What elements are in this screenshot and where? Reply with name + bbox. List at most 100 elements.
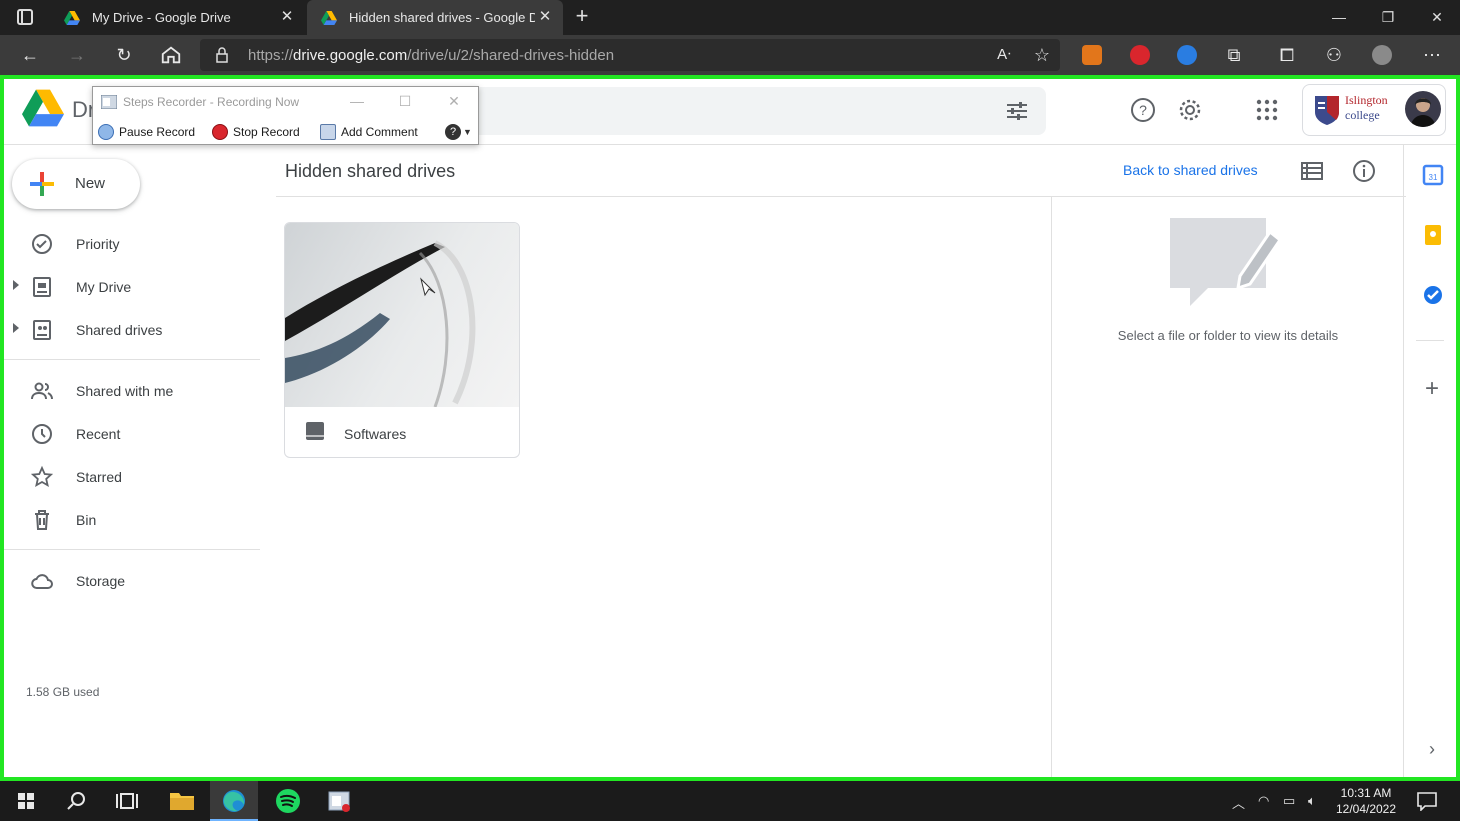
steps-recorder-title: Steps Recorder - Recording Now — [123, 95, 300, 109]
sidebar-item-label: Bin — [76, 512, 97, 528]
red-extension-icon[interactable] — [1130, 45, 1150, 65]
maximize-icon[interactable]: ☐ — [395, 92, 415, 110]
close-tab-icon[interactable]: ✕ — [279, 9, 295, 25]
steps-recorder-titlebar[interactable]: Steps Recorder - Recording Now — ☐ ✕ — [93, 87, 478, 117]
sidebar-item-shared-drives[interactable]: Shared drives — [4, 310, 260, 350]
list-view-icon[interactable] — [1300, 161, 1324, 181]
forward-icon[interactable]: → — [65, 43, 89, 67]
notifications-icon[interactable] — [1416, 791, 1438, 811]
read-aloud-icon[interactable]: Aᐧ — [992, 43, 1016, 67]
search-icon[interactable] — [52, 781, 100, 821]
home-icon[interactable] — [160, 44, 182, 66]
address-bar[interactable]: https://drive.google.com/drive/u/2/share… — [200, 39, 1060, 71]
spotify-icon[interactable] — [264, 781, 312, 821]
close-icon[interactable]: ✕ — [444, 92, 464, 110]
stop-icon — [212, 124, 228, 140]
profile-avatar[interactable] — [1372, 45, 1392, 65]
steps-recorder-buttons: Pause Record Stop Record Add Comment ? ▼ — [93, 120, 478, 144]
sidebar-item-shared-with-me[interactable]: Shared with me — [4, 371, 260, 411]
refresh-icon[interactable]: ↻ — [112, 43, 136, 67]
add-addon-icon[interactable]: + — [1420, 377, 1444, 401]
help-dropdown-button[interactable]: ? ▼ — [445, 122, 472, 142]
google-drive-favicon-icon — [321, 10, 337, 25]
settings-gear-icon[interactable] — [1177, 97, 1203, 123]
taskbar-clock[interactable]: 10:31 AM 12/04/2022 — [1320, 785, 1412, 817]
sidebar-item-storage[interactable]: Storage — [4, 561, 260, 601]
google-drive-app: Dr ? Islington college New Priority My D… — [4, 79, 1456, 777]
sidebar-item-label: Storage — [76, 573, 126, 589]
windows-start-icon[interactable] — [2, 781, 50, 821]
tab-hidden-shared-drives[interactable]: Hidden shared drives - Google D ✕ — [307, 0, 563, 35]
network-icon[interactable]: ◠ — [1258, 793, 1269, 809]
sidebar-item-starred[interactable]: Starred — [4, 457, 260, 497]
account-switcher[interactable]: Islington college — [1302, 84, 1446, 136]
stop-record-button[interactable]: Stop Record — [212, 122, 300, 142]
side-panel-divider — [1416, 340, 1444, 341]
google-drive-logo-icon[interactable] — [22, 89, 64, 127]
new-button[interactable]: New — [12, 159, 140, 209]
blue-extension-icon[interactable] — [1177, 45, 1197, 65]
apps-grid-icon[interactable] — [1254, 97, 1280, 123]
sidebar-item-bin[interactable]: Bin — [4, 500, 260, 540]
close-tab-icon[interactable]: ✕ — [537, 9, 553, 25]
shared-drive-card[interactable]: Softwares — [284, 222, 520, 458]
metamask-extension-icon[interactable] — [1082, 45, 1102, 65]
tasks-icon[interactable] — [1422, 284, 1444, 306]
close-window-icon[interactable]: ✕ — [1423, 4, 1451, 30]
sync-icon[interactable]: ⚇ — [1322, 43, 1346, 67]
extensions-icon[interactable]: ⧉ — [1222, 43, 1246, 67]
help-icon[interactable]: ? — [1130, 97, 1156, 123]
restore-icon[interactable]: ❐ — [1374, 4, 1402, 30]
info-icon[interactable] — [1352, 159, 1376, 183]
sidebar-divider — [4, 359, 260, 360]
task-view-icon[interactable] — [103, 781, 151, 821]
calendar-icon[interactable]: 31 — [1422, 164, 1444, 186]
college-name: Islington college — [1345, 93, 1388, 122]
more-menu-icon[interactable]: ⋯ — [1420, 43, 1444, 67]
tab-my-drive[interactable]: My Drive - Google Drive ✕ — [50, 0, 305, 35]
page-title: Hidden shared drives — [285, 161, 456, 181]
volume-icon[interactable]: 🔈︎ — [1308, 793, 1316, 809]
new-tab-button[interactable]: + — [571, 5, 593, 29]
browser-toolbar: ← → ↻ https://drive.google.com/drive/u/2… — [0, 35, 1460, 75]
keep-icon[interactable] — [1422, 224, 1444, 246]
tab-title: My Drive - Google Drive — [92, 10, 231, 25]
tab-title: Hidden shared drives - Google D — [349, 10, 535, 25]
file-explorer-icon[interactable] — [158, 781, 206, 821]
shared-drive-icon — [306, 422, 324, 440]
sidebar-item-label: Recent — [76, 426, 121, 442]
steps-recorder-taskbar-icon[interactable] — [315, 781, 363, 821]
expand-arrow-icon[interactable] — [13, 323, 19, 333]
shared-with-me-people-icon — [31, 382, 53, 400]
user-avatar[interactable] — [1405, 91, 1441, 127]
comment-icon — [320, 124, 336, 140]
show-hidden-icons-chevron-up-icon[interactable]: ︿ — [1232, 793, 1245, 812]
add-comment-button[interactable]: Add Comment — [320, 122, 418, 142]
add-favorite-icon[interactable]: ☆ — [1030, 43, 1054, 67]
edge-icon — [223, 790, 245, 812]
sidebar-item-recent[interactable]: Recent — [4, 414, 260, 454]
back-to-shared-drives-link[interactable]: Back to shared drives — [1123, 162, 1258, 178]
new-button-label: New — [75, 175, 106, 192]
minimize-icon[interactable]: — — [1325, 4, 1353, 30]
search-box[interactable] — [444, 87, 1046, 135]
star-icon — [30, 465, 54, 487]
details-empty-message: Select a file or folder to view its deta… — [1117, 328, 1339, 343]
trash-bin-icon — [35, 510, 49, 530]
back-icon[interactable]: ← — [18, 43, 42, 67]
storage-used-text: 1.58 GB used — [26, 685, 100, 699]
battery-icon[interactable]: ▭ — [1283, 793, 1295, 809]
sidebar-item-my-drive[interactable]: My Drive — [4, 267, 260, 307]
sidebar-item-priority[interactable]: Priority — [4, 224, 260, 264]
help-icon: ? — [445, 124, 461, 140]
edge-taskbar-button[interactable] — [210, 781, 258, 821]
minimize-icon[interactable]: — — [347, 92, 367, 110]
windows-taskbar: ︿ ◠ ▭ 🔈︎ 10:31 AM 12/04/2022 — [0, 781, 1460, 821]
collections-icon[interactable]: ⧠ — [1275, 43, 1299, 67]
search-options-icon[interactable] — [1006, 101, 1028, 121]
chevron-right-icon[interactable]: › — [1422, 739, 1442, 759]
glasses-image — [285, 240, 476, 408]
expand-arrow-icon[interactable] — [13, 280, 19, 290]
pause-record-button[interactable]: Pause Record — [98, 122, 195, 142]
tab-actions-icon[interactable] — [17, 9, 33, 25]
